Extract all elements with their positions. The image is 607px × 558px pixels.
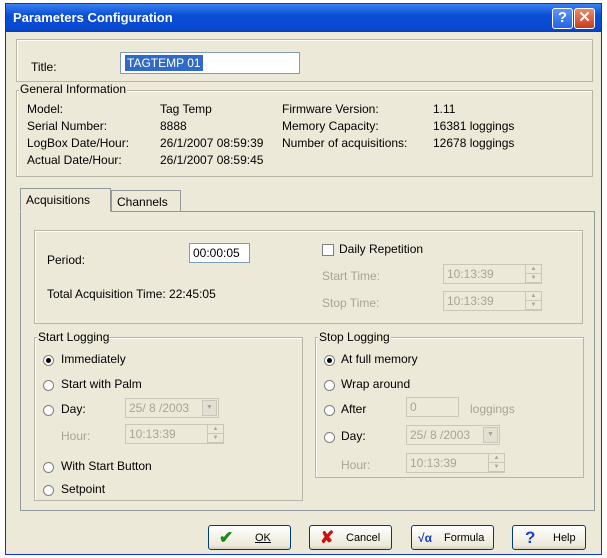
firmware-value: 1.11 [433, 102, 456, 116]
sqrt-alpha-icon: √α [418, 531, 432, 545]
formula-button[interactable]: √α Formula [411, 525, 494, 550]
memory-value: 16381 loggings [433, 119, 515, 133]
cancel-label: Cancel [346, 532, 381, 544]
help-icon[interactable]: ? [552, 8, 573, 29]
stop-full-memory-label: At full memory [341, 352, 418, 366]
stop-hour-value: 10:13:39 [410, 456, 457, 470]
start-day-label: Day: [61, 402, 86, 416]
ok-label: OK [255, 532, 271, 544]
check-icon: ✔ [219, 528, 234, 547]
period-value: 00:00:05 [193, 246, 240, 260]
firmware-label: Firmware Version: [282, 102, 379, 116]
acquisitions-count-label: Number of acquisitions: [282, 136, 408, 150]
title-bar[interactable]: Parameters Configuration ? ✕ [6, 4, 601, 32]
serial-label: Serial Number: [27, 119, 108, 133]
start-button-radio[interactable] [43, 462, 54, 473]
period-input[interactable]: 00:00:05 [189, 243, 250, 263]
general-left-labels: Model: Serial Number: LogBox Date/Hour: … [27, 101, 129, 169]
stop-full-memory-radio[interactable] [324, 355, 335, 366]
actual-date-label: Actual Date/Hour: [27, 153, 122, 167]
logbox-date-value: 26/1/2007 08:59:39 [160, 136, 264, 150]
stop-hour-label: Hour: [341, 458, 371, 472]
stop-day-value: 25/ 8 /2003 [410, 428, 471, 442]
start-immediately-radio[interactable] [43, 355, 54, 366]
model-value: Tag Temp [160, 102, 212, 116]
start-day-radio[interactable] [43, 405, 54, 416]
question-icon: ? [525, 528, 536, 547]
cancel-button[interactable]: ✘ Cancel [309, 525, 392, 550]
start-hour-spinner[interactable]: ▲ ▼ [207, 425, 223, 443]
start-day-value: 25/ 8 /2003 [129, 401, 190, 415]
start-hour-value: 10:13:39 [129, 427, 176, 441]
stop-loggings-label: loggings [470, 402, 515, 416]
stop-day-chevron-down-icon[interactable]: ▼ [483, 427, 498, 443]
model-label: Model: [27, 102, 64, 116]
tab-acquisitions[interactable]: Acquisitions [20, 188, 111, 212]
start-palm-radio[interactable] [43, 380, 54, 391]
title-input-value: TAGTEMP 01 [125, 55, 203, 71]
daily-repetition-checkbox[interactable] [322, 244, 334, 256]
daily-repetition-label: Daily Repetition [339, 242, 424, 256]
stop-day-dropdown[interactable]: 25/ 8 /2003 ▼ [406, 425, 500, 445]
title-group [16, 39, 593, 82]
period-label: Period: [47, 253, 86, 267]
general-left-values: Tag Temp 8888 26/1/2007 08:59:39 26/1/20… [160, 101, 263, 169]
stop-after-value: 0 [410, 400, 417, 414]
stop-time-input[interactable]: 10:13:39 ▲ ▼ [443, 291, 542, 311]
stop-after-label: After [341, 402, 367, 416]
start-time-spinner[interactable]: ▲ ▼ [525, 265, 541, 283]
help-button[interactable]: ? Help [512, 525, 586, 550]
help-label: Help [553, 532, 576, 544]
stop-day-radio[interactable] [324, 432, 335, 443]
tab-channels-label: Channels [117, 195, 168, 209]
general-info-heading: General Information [19, 82, 128, 96]
start-day-chevron-down-icon[interactable]: ▼ [202, 400, 217, 416]
start-day-dropdown[interactable]: 25/ 8 /2003 ▼ [125, 398, 219, 418]
tab-channels[interactable]: Channels [111, 190, 181, 212]
logbox-date-label: LogBox Date/Hour: [27, 136, 130, 150]
title-input[interactable]: TAGTEMP 01 [120, 52, 300, 74]
stop-time-value: 10:13:39 [447, 294, 494, 308]
dialog-window: Parameters Configuration ? ✕ Title: TAGT… [5, 3, 602, 555]
stop-time-spinner[interactable]: ▲ ▼ [525, 292, 541, 310]
tab-acquisitions-label: Acquisitions [26, 193, 91, 207]
total-time-label: Total Acquisition Time: 22:45:05 [47, 287, 216, 301]
stop-day-label: Day: [341, 429, 366, 443]
stop-after-input[interactable]: 0 [406, 397, 459, 417]
start-time-input[interactable]: 10:13:39 ▲ ▼ [443, 264, 542, 284]
cancel-x-icon: ✘ [320, 528, 335, 547]
stop-after-radio[interactable] [324, 405, 335, 416]
general-right-labels: Firmware Version: Memory Capacity: Numbe… [282, 101, 407, 152]
stop-hour-spinner[interactable]: ▲ ▼ [488, 454, 504, 472]
memory-label: Memory Capacity: [282, 119, 379, 133]
start-setpoint-label: Setpoint [61, 482, 106, 496]
start-logging-heading: Start Logging [37, 330, 111, 344]
stop-wrap-radio[interactable] [324, 380, 335, 391]
start-setpoint-radio[interactable] [43, 485, 54, 496]
start-immediately-label: Immediately [61, 352, 126, 366]
start-time-label: Start Time: [322, 269, 381, 283]
stop-time-label: Stop Time: [322, 296, 380, 310]
formula-label: Formula [444, 532, 485, 544]
stop-logging-heading: Stop Logging [318, 330, 391, 344]
actual-date-value: 26/1/2007 08:59:45 [160, 153, 264, 167]
stop-wrap-label: Wrap around [341, 377, 411, 391]
close-icon[interactable]: ✕ [574, 8, 595, 29]
start-hour-label: Hour: [61, 429, 91, 443]
stop-hour-input[interactable]: 10:13:39 ▲ ▼ [406, 453, 505, 473]
window-title: Parameters Configuration [13, 10, 173, 25]
serial-value: 8888 [160, 119, 187, 133]
ok-button[interactable]: ✔ OK [208, 525, 291, 550]
title-label: Title: [31, 60, 57, 74]
start-palm-label: Start with Palm [61, 377, 142, 391]
general-right-values: 1.11 16381 loggings 12678 loggings [433, 101, 514, 152]
acquisitions-count-value: 12678 loggings [433, 136, 515, 150]
start-time-value: 10:13:39 [447, 267, 494, 281]
start-hour-input[interactable]: 10:13:39 ▲ ▼ [125, 424, 224, 444]
start-button-label: With Start Button [61, 459, 152, 473]
